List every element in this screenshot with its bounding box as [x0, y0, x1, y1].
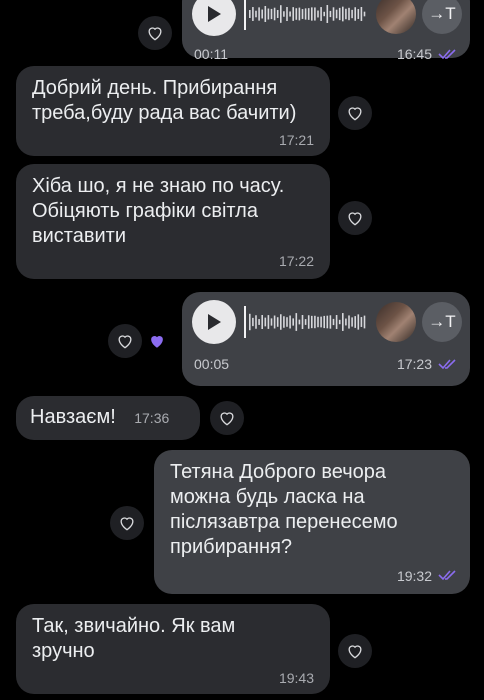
- message-time: 17:21: [278, 132, 314, 148]
- incoming-message[interactable]: Навзаєм! 17:36: [16, 396, 200, 440]
- transcribe-button[interactable]: →T: [422, 0, 462, 34]
- message-time: 19:43: [278, 670, 314, 686]
- message-time: 16:45: [396, 46, 432, 62]
- reaction-button[interactable]: [338, 96, 372, 130]
- heart-outline-icon: [118, 335, 132, 349]
- waveform[interactable]: [244, 306, 368, 338]
- voice-duration: 00:05: [194, 356, 230, 372]
- voice-message[interactable]: →T 00:11 16:45: [182, 0, 470, 62]
- double-check-icon: [438, 359, 456, 370]
- play-icon: [208, 314, 221, 330]
- reaction-button[interactable]: [338, 201, 372, 235]
- message-text: Тетяна Доброго вечора можна будь ласка н…: [170, 461, 398, 558]
- message-time: 17:36: [134, 410, 170, 426]
- heart-outline-icon: [148, 27, 162, 41]
- reaction-button[interactable]: [210, 401, 244, 435]
- message-text: Так, звичайно. Як вам зручно: [32, 615, 236, 662]
- message-time: 19:32: [396, 568, 432, 584]
- reaction-button[interactable]: [108, 324, 142, 358]
- message-text: Добрий день. Прибирання треба,буду рада …: [32, 77, 297, 124]
- reaction-button[interactable]: [110, 506, 144, 540]
- message-text: Навзаєм!: [30, 406, 116, 428]
- heart-outline-icon: [348, 107, 362, 121]
- incoming-message[interactable]: Хіба шо, я не знаю по часу. Обіцяють гра…: [16, 164, 330, 279]
- outgoing-message[interactable]: Тетяна Доброго вечора можна будь ласка н…: [154, 450, 470, 594]
- play-icon: [208, 6, 221, 22]
- avatar: [376, 302, 416, 342]
- heart-outline-icon: [348, 212, 362, 226]
- waveform[interactable]: [244, 0, 368, 30]
- heart-outline-icon: [220, 412, 234, 426]
- message-time: 17:23: [396, 356, 432, 372]
- voice-duration: 00:11: [194, 46, 228, 62]
- double-check-icon: [438, 570, 456, 581]
- heart-outline-icon: [348, 645, 362, 659]
- heart-outline-icon: [120, 517, 134, 531]
- transcribe-button[interactable]: →T: [422, 302, 462, 342]
- heart-filled-icon: [151, 336, 163, 348]
- double-check-icon: [438, 49, 456, 60]
- voice-message[interactable]: →T 00:05 17:23: [182, 292, 470, 386]
- avatar: [376, 0, 416, 34]
- reaction-button[interactable]: [138, 16, 172, 50]
- reaction-button-active[interactable]: [140, 324, 174, 358]
- message-time: 17:22: [278, 253, 314, 269]
- message-text: Хіба шо, я не знаю по часу. Обіцяють гра…: [32, 175, 285, 247]
- incoming-message[interactable]: Так, звичайно. Як вам зручно 19:43: [16, 604, 330, 694]
- play-button[interactable]: [192, 0, 236, 36]
- play-button[interactable]: [192, 300, 236, 344]
- incoming-message[interactable]: Добрий день. Прибирання треба,буду рада …: [16, 66, 330, 156]
- reaction-button[interactable]: [338, 634, 372, 668]
